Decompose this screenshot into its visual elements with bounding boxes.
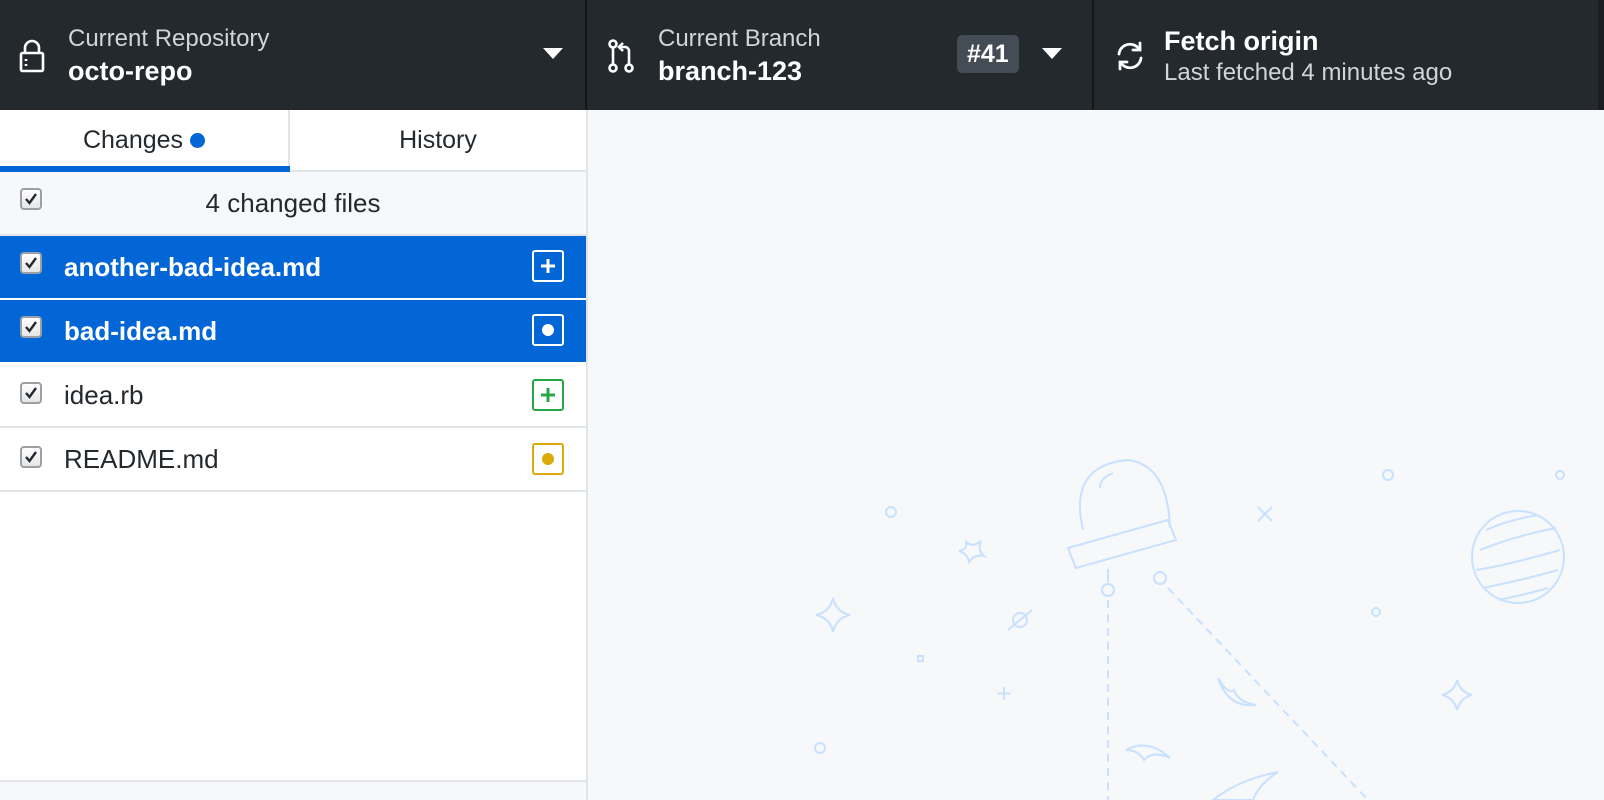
file-added-icon (532, 379, 564, 411)
file-added-icon (532, 250, 564, 282)
chevron-down-icon (543, 48, 563, 59)
commit-area (0, 782, 586, 800)
lock-icon (12, 36, 52, 76)
space-illustration (814, 458, 1565, 800)
repository-label: Current Repository (68, 25, 270, 52)
current-repository-dropdown[interactable]: Current Repository octo-repo (0, 0, 587, 110)
checkmark-icon (25, 387, 37, 399)
file-modified-icon (532, 443, 564, 475)
tab-changes[interactable]: Changes (0, 110, 290, 172)
branch-label: Current Branch (658, 25, 821, 52)
git-pull-request-icon (601, 36, 641, 76)
file-row[interactable]: another-bad-idea.md (0, 236, 586, 300)
changed-files-count: 4 changed files (205, 188, 381, 218)
changes-sidebar: Changes History 4 changed files another-… (0, 110, 588, 800)
sidebar-tabs: Changes History (0, 110, 586, 172)
pull-request-badge[interactable]: #41 (957, 35, 1019, 73)
checkmark-icon (25, 257, 37, 269)
file-row[interactable]: README.md (0, 428, 586, 492)
fetch-status: Last fetched 4 minutes ago (1164, 59, 1453, 86)
file-name: idea.rb (64, 380, 144, 410)
branch-text: Current Branch branch-123 (658, 24, 821, 88)
toolbar: Current Repository octo-repo Current Bra… (0, 0, 1604, 110)
file-checkbox[interactable] (20, 316, 42, 338)
branch-name: branch-123 (658, 56, 803, 86)
blank-slate-pane (588, 110, 1604, 800)
file-name: bad-idea.md (64, 316, 218, 346)
file-name: README.md (64, 444, 219, 474)
chevron-down-icon (1042, 48, 1062, 59)
checkmark-icon (25, 321, 37, 333)
checkmark-icon (25, 451, 37, 463)
fetch-text: Fetch origin Last fetched 4 minutes ago (1164, 24, 1452, 88)
fetch-label: Fetch origin (1164, 26, 1319, 56)
file-checkbox[interactable] (20, 382, 42, 404)
current-branch-dropdown[interactable]: Current Branch branch-123 #41 (587, 0, 1094, 110)
file-checkbox[interactable] (20, 252, 42, 274)
sync-icon (1110, 36, 1150, 76)
fetch-origin-button[interactable]: Fetch origin Last fetched 4 minutes ago (1094, 0, 1602, 110)
tab-history[interactable]: History (290, 110, 586, 170)
tab-history-label: History (399, 125, 477, 154)
file-row[interactable]: bad-idea.md (0, 300, 586, 364)
changes-indicator-dot (190, 132, 206, 148)
repository-name: octo-repo (68, 56, 193, 86)
file-row[interactable]: idea.rb (0, 364, 586, 428)
changed-files-header: 4 changed files (0, 172, 586, 236)
file-checkbox[interactable] (20, 446, 42, 468)
toolbar-divider (1598, 0, 1604, 110)
tab-changes-label: Changes (82, 125, 184, 154)
repository-text: Current Repository octo-repo (68, 24, 269, 88)
file-modified-icon (532, 314, 564, 346)
file-name: another-bad-idea.md (64, 252, 322, 282)
